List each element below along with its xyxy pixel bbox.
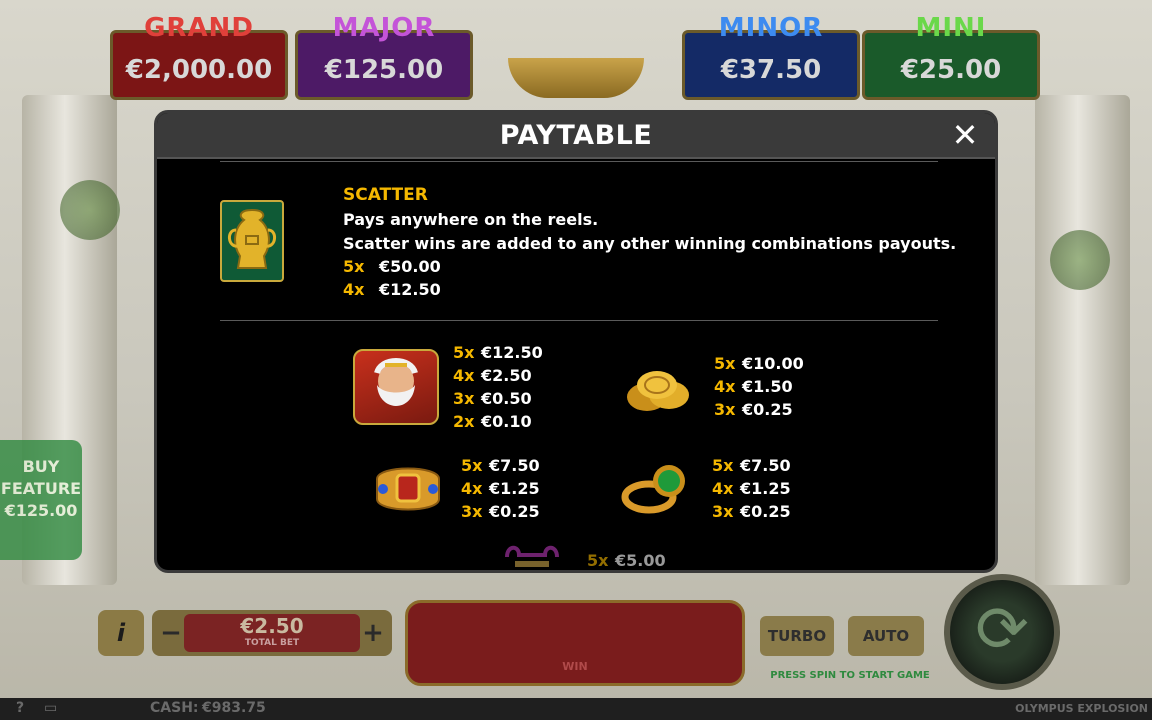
pay-row: 5x €12.50 [453,343,543,362]
pay-amount: €1.50 [742,377,793,396]
emerald-ring-icon [621,459,695,515]
pay-amount: €0.50 [481,389,532,408]
divider [220,320,938,321]
pay-amount: €0.25 [742,400,793,419]
lyre-icon [501,543,563,570]
jeweled-bracelet-icon [371,457,445,521]
pay-multiplier: 4x [461,479,483,498]
zeus-symbol-icon [353,349,439,425]
pay-multiplier: 2x [453,412,475,431]
pay-amount: €12.50 [379,280,441,299]
pay-row: 5x €7.50 [461,456,540,475]
pay-multiplier: 5x [712,456,734,475]
pay-row: 5x €7.50 [712,456,791,475]
pay-multiplier: 3x [714,400,736,419]
pay-row: 4x €1.25 [461,479,540,498]
pay-row: 3x €0.25 [461,502,540,521]
pay-amount: €12.50 [481,343,543,362]
pay-amount: €1.25 [740,479,791,498]
pay-multiplier: 4x [714,377,736,396]
pay-row: 5x €5.00 [587,551,666,570]
pay-row: 5x €10.00 [714,354,804,373]
pay-amount: €7.50 [740,456,791,475]
paytable-dialog: PAYTABLE ✕ SCATTER Pays anywhere on the … [154,110,998,573]
pay-multiplier: 3x [453,389,475,408]
pay-amount: €2.50 [481,366,532,385]
pay-multiplier: 5x [461,456,483,475]
pay-multiplier: 4x [712,479,734,498]
pay-amount: €5.00 [615,551,666,570]
pay-multiplier: 5x [714,354,736,373]
close-icon: ✕ [951,116,979,154]
pay-amount: €1.25 [489,479,540,498]
pay-amount: €50.00 [379,257,441,276]
pay-row: 4x €2.50 [453,366,532,385]
gold-coins-icon [623,365,695,415]
pay-amount: €0.10 [481,412,532,431]
pay-multiplier: 3x [461,502,483,521]
pay-row: 4x €12.50 [343,280,441,299]
pay-multiplier: 5x [587,551,609,570]
pay-amount: €0.25 [740,502,791,521]
pay-row: 3x €0.25 [712,502,791,521]
pay-row: 3x €0.25 [714,400,793,419]
pay-row: 4x €1.25 [712,479,791,498]
paytable-header: PAYTABLE ✕ [157,113,995,159]
pay-multiplier: 5x [453,343,475,362]
close-button[interactable]: ✕ [949,117,981,153]
pay-multiplier: 4x [343,280,365,299]
pay-row: 4x €1.50 [714,377,793,396]
pay-row: 2x €0.10 [453,412,532,431]
scatter-title: SCATTER [343,185,428,205]
scatter-description: Scatter wins are added to any other winn… [343,234,957,253]
pay-row: 5x €50.00 [343,257,441,276]
divider [220,161,938,162]
pay-multiplier: 4x [453,366,475,385]
pay-amount: €7.50 [489,456,540,475]
pay-multiplier: 3x [712,502,734,521]
pay-amount: €0.25 [489,502,540,521]
scatter-vase-icon [220,200,284,282]
paytable-title: PAYTABLE [499,120,653,151]
scatter-description: Pays anywhere on the reels. [343,210,599,229]
pay-multiplier: 5x [343,257,365,276]
pay-row: 3x €0.50 [453,389,532,408]
pay-amount: €10.00 [742,354,804,373]
